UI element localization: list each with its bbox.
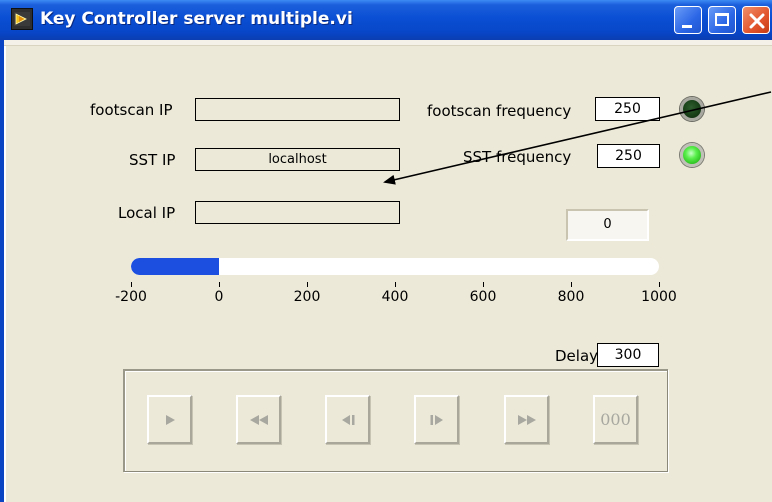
app-window: Key Controller server multiple.vi footsc… bbox=[0, 0, 772, 502]
annotation-arrow bbox=[383, 91, 772, 185]
